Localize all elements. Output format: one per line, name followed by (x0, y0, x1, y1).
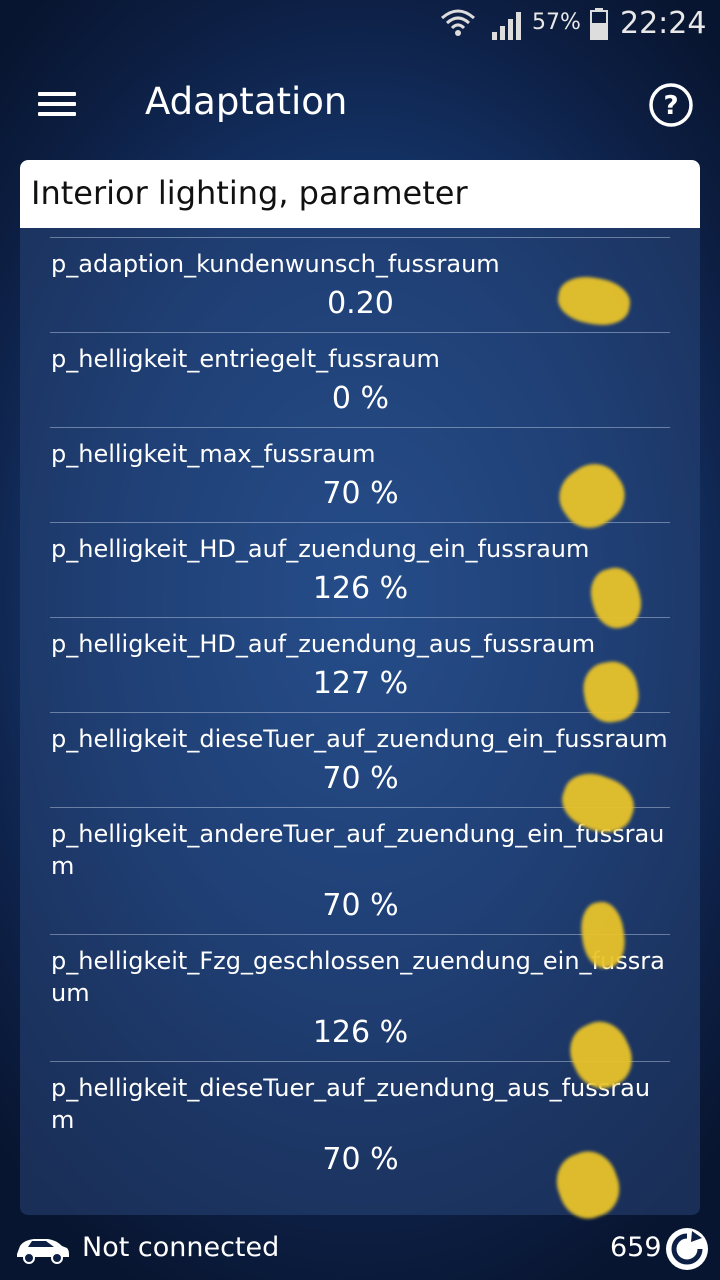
battery-icon (590, 8, 608, 40)
parameter-name: p_helligkeit_andereTuer_auf_zuendung_ein… (51, 820, 665, 880)
status-bar: 57% 22:24 (0, 0, 720, 52)
parameter-name: p_helligkeit_Fzg_geschlossen_zuendung_ei… (51, 947, 665, 1007)
hamburger-menu-icon[interactable] (30, 82, 82, 126)
parameter-row[interactable]: p_helligkeit_andereTuer_auf_zuendung_ein… (50, 807, 670, 934)
parameter-name: p_adaption_kundenwunsch_fussraum (51, 250, 500, 278)
refresh-icon[interactable] (664, 1226, 710, 1272)
help-circle-icon[interactable]: ? (648, 82, 694, 128)
parameter-name: p_helligkeit_HD_auf_zuendung_aus_fussrau… (51, 630, 596, 658)
svg-text:?: ? (663, 91, 678, 121)
parameter-value: 126 % (312, 571, 409, 606)
bottom-bar: Not connected 659 (0, 1222, 720, 1280)
panel-header: Interior lighting, parameter (20, 160, 700, 228)
parameter-value: 0 % (331, 381, 390, 416)
connection-status: Not connected (82, 1232, 280, 1263)
clock: 22:24 (620, 6, 707, 41)
parameter-name: p_helligkeit_entriegelt_fussraum (51, 345, 440, 373)
parameter-row[interactable]: p_helligkeit_entriegelt_fussraum 0 % (50, 332, 670, 427)
page-title: Adaptation (145, 80, 348, 123)
parameter-name: p_helligkeit_max_fussraum (51, 440, 376, 468)
battery-percent: 57% (532, 10, 581, 35)
counter: 659 (610, 1232, 662, 1263)
signal-icon (492, 12, 521, 40)
parameter-row[interactable]: p_helligkeit_HD_auf_zuendung_ein_fussrau… (50, 522, 670, 617)
parameter-name: p_helligkeit_dieseTuer_auf_zuendung_ein_… (51, 725, 668, 753)
parameter-value: 127 % (312, 666, 409, 701)
toolbar: Adaptation ? (0, 60, 720, 150)
parameter-row[interactable]: p_helligkeit_HD_auf_zuendung_aus_fussrau… (50, 617, 670, 712)
wifi-icon (441, 9, 475, 36)
car-icon (17, 1239, 69, 1264)
parameter-value: 70 % (322, 888, 399, 923)
parameter-name: p_helligkeit_HD_auf_zuendung_ein_fussrau… (51, 535, 590, 563)
parameter-name: p_helligkeit_dieseTuer_auf_zuendung_aus_… (51, 1074, 651, 1134)
